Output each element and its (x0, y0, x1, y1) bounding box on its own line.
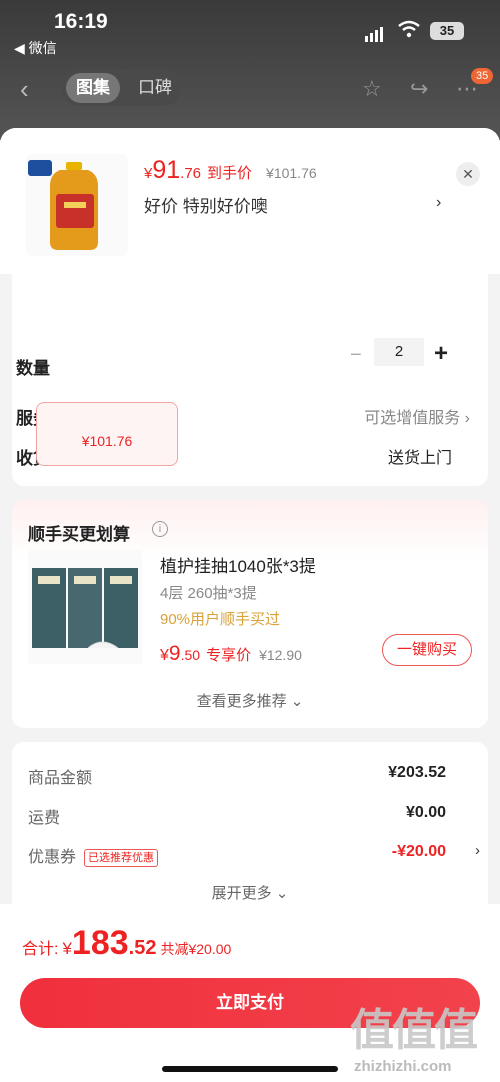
order-sheet: ¥91.76 到手价 ¥101.76 好价 特别好价噢 › ✕ ¥101.76 数量… (0, 128, 500, 1082)
recommend-item-spec: 4层 260抽*3提 (160, 585, 257, 602)
back-to-wechat[interactable]: ◀ 微信 (14, 38, 57, 58)
sheet-header: ¥91.76 到手价 ¥101.76 好价 特别好价噢 › ✕ (0, 128, 500, 274)
product-thumbnail (26, 154, 128, 256)
tab-reviews[interactable]: 口碑 (128, 73, 182, 103)
coupon-tag: 已选推荐优惠 (84, 848, 159, 867)
tab-gallery[interactable]: 图集 (66, 73, 120, 103)
more-recommendations-link[interactable]: 查看更多推荐 ⌄ (12, 690, 488, 711)
status-time: 16:19 (54, 10, 108, 33)
spec-option-chip[interactable]: ¥101.76 (36, 402, 178, 466)
quantity-decrease-button[interactable]: − (350, 344, 362, 367)
notification-badge: 35 (471, 68, 494, 84)
signal-icon (365, 24, 385, 42)
star-icon[interactable]: ☆ (362, 76, 382, 102)
chevron-right-icon[interactable]: › (436, 194, 441, 212)
battery-indicator: 35 (430, 22, 464, 40)
recommend-card: 顺手买更划算 i 植护挂抽1040张*3提 4层 260抽*3提 90%用户顺手… (12, 500, 488, 728)
recommend-item-title[interactable]: 植护挂抽1040张*3提 (160, 552, 316, 577)
quantity-label: 数量 (16, 359, 50, 378)
order-total: 合计: ¥183.52 共减¥20.00 (22, 924, 232, 962)
goods-amount-value: ¥203.52 (388, 764, 446, 781)
recommend-product-image[interactable] (28, 550, 142, 664)
recommend-title: 顺手买更划算 (28, 525, 130, 544)
close-button[interactable]: ✕ (456, 162, 480, 186)
chevron-right-icon: › (464, 410, 470, 427)
promo-text[interactable]: 好价 特别好价噢 (144, 192, 268, 217)
top-navbar: ‹ 图集 口碑 ☆ ↪ ⋯ (0, 64, 500, 120)
spec-chip-price: ¥101.76 (81, 433, 133, 449)
chevron-right-icon[interactable]: › (475, 842, 480, 859)
coupon-label: 优惠券 (28, 849, 77, 866)
home-indicator (162, 1066, 338, 1072)
final-price: ¥91.76 到手价 ¥101.76 (144, 156, 317, 184)
media-tab-switch: 图集 口碑 (62, 70, 182, 106)
original-price: ¥101.76 (266, 165, 317, 181)
wifi-icon (398, 20, 420, 38)
recommend-item-social-proof: 90%用户顺手买过 (160, 611, 281, 628)
recommend-item-price: ¥9.50 专享价 ¥12.90 (160, 642, 302, 665)
total-savings: 共减¥20.00 (160, 941, 232, 957)
coupon-value[interactable]: -¥20.00 (392, 843, 446, 861)
service-value[interactable]: 可选增值服务 › (364, 404, 470, 428)
oil-bottle-image (28, 160, 98, 250)
tissue-pack-image (32, 568, 138, 649)
quantity-increase-button[interactable]: + (434, 340, 448, 368)
info-icon[interactable]: i (152, 521, 168, 537)
expand-more-link[interactable]: 展开更多 ⌄ (12, 882, 488, 903)
delivery-value: 送货上门 (387, 450, 452, 467)
one-click-buy-button[interactable]: 一键购买 (382, 634, 472, 666)
back-chevron-icon[interactable]: ‹ (20, 74, 29, 105)
status-bar: 16:19 ◀ 微信 35 (0, 0, 500, 64)
shipping-value: ¥0.00 (405, 804, 446, 821)
share-icon[interactable]: ↪ (410, 76, 428, 102)
site-watermark: 值值值 zhizhizhi.com (350, 1006, 478, 1075)
quantity-input[interactable]: 2 (374, 338, 424, 366)
